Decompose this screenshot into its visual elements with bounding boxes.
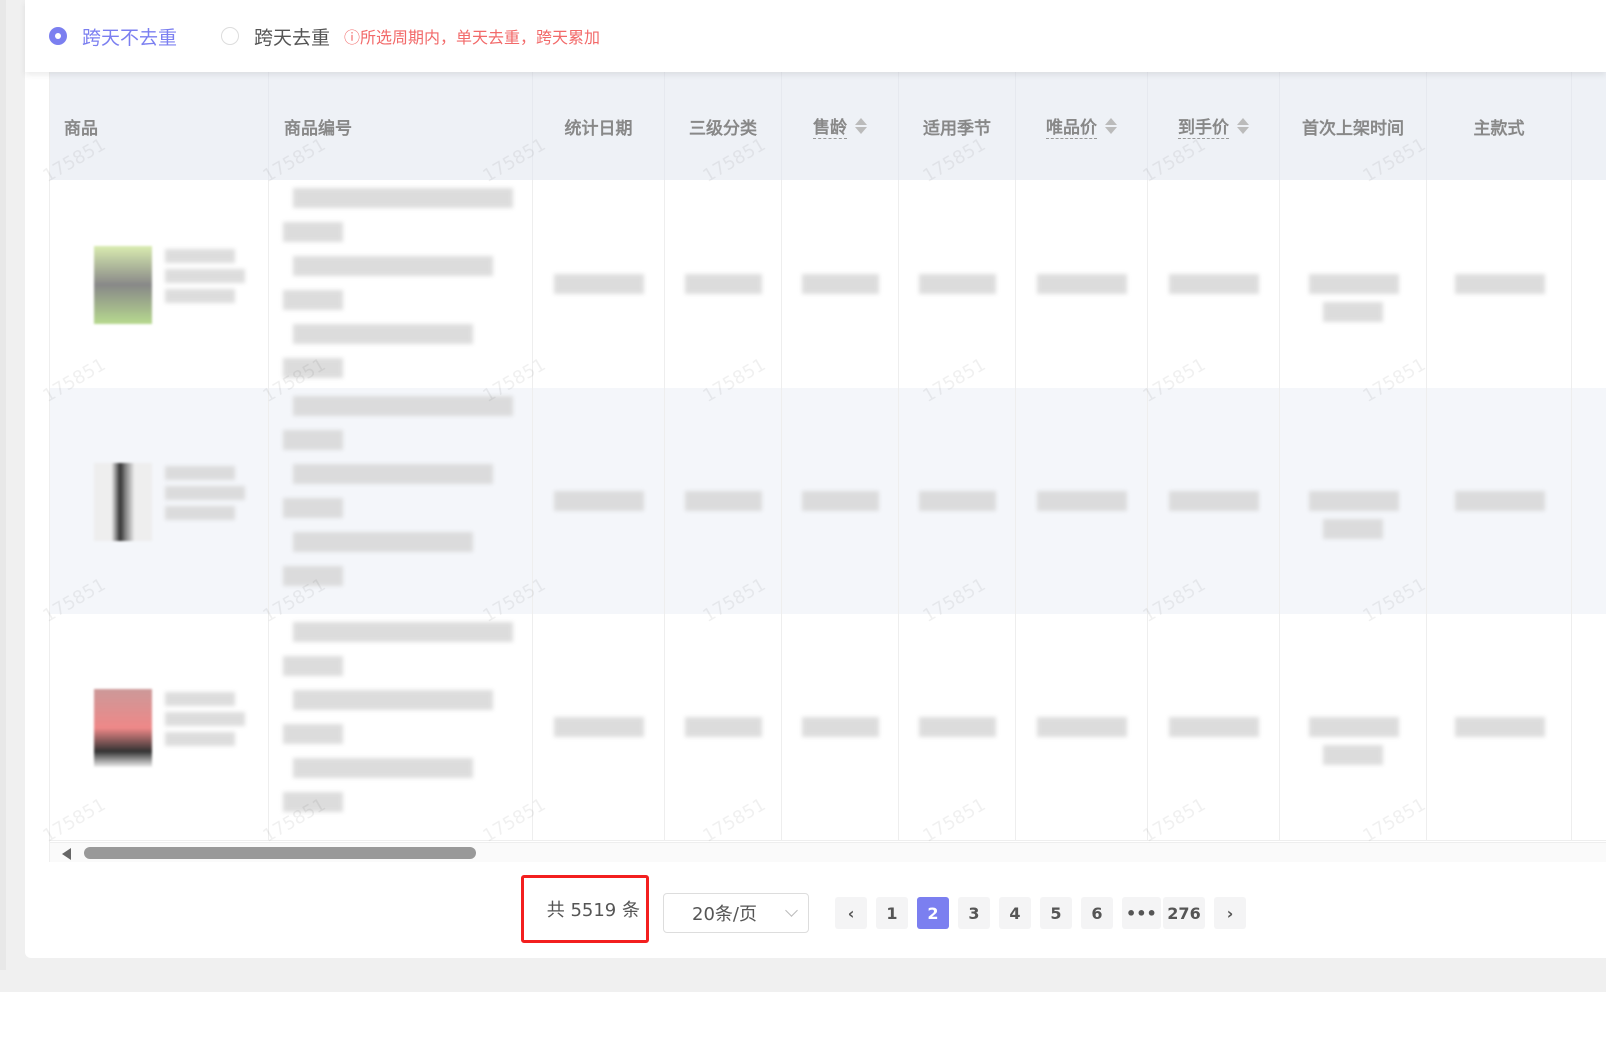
table-cell bbox=[1427, 614, 1572, 840]
table-row[interactable] bbox=[50, 180, 1606, 389]
footer-strip bbox=[0, 992, 1606, 1051]
table-cell bbox=[1148, 614, 1280, 840]
page-1[interactable]: 1 bbox=[876, 897, 908, 929]
pagination: 共 5519 条 20条/页 ‹ 1 2 3 4 5 6 ••• 276 › bbox=[0, 875, 1606, 945]
table-cell bbox=[782, 614, 899, 840]
page-ellipsis[interactable]: ••• bbox=[1122, 897, 1161, 929]
radio-checked-icon bbox=[49, 27, 67, 45]
sort-icon bbox=[1237, 118, 1249, 134]
col-stat-date: 统计日期 bbox=[533, 72, 665, 180]
chevron-down-icon bbox=[785, 904, 798, 917]
next-page-button[interactable]: › bbox=[1214, 897, 1246, 929]
col-main-style: 主款式 bbox=[1427, 72, 1572, 180]
table-cell bbox=[1280, 180, 1427, 388]
total-count: 共 5519 条 bbox=[521, 875, 649, 943]
radio-dedup[interactable]: 跨天去重 bbox=[221, 23, 330, 50]
table-cell bbox=[533, 388, 665, 614]
col-final-price[interactable]: 到手价 bbox=[1148, 72, 1280, 180]
table-cell bbox=[782, 388, 899, 614]
table-cell bbox=[1148, 180, 1280, 388]
table-cell bbox=[1016, 388, 1148, 614]
table-cell bbox=[665, 180, 782, 388]
table-cell bbox=[899, 614, 1016, 840]
col-vip-price[interactable]: 唯品价 bbox=[1016, 72, 1148, 180]
radio-label: 跨天不去重 bbox=[82, 26, 178, 49]
page-6[interactable]: 6 bbox=[1081, 897, 1113, 929]
product-table: 商品 商品编号 统计日期 三级分类 售龄 适用季节 唯品价 到手价 首次上架时间… bbox=[49, 72, 1606, 862]
radio-label: 跨天去重 bbox=[254, 26, 331, 49]
table-cell bbox=[1427, 180, 1572, 388]
side-panel-edge bbox=[0, 0, 6, 970]
table-cell bbox=[1427, 388, 1572, 614]
col-product-code: 商品编号 bbox=[269, 72, 533, 180]
scrollbar-thumb[interactable] bbox=[84, 847, 476, 859]
table-cell bbox=[1148, 388, 1280, 614]
col-product: 商品 bbox=[50, 72, 269, 180]
page-4[interactable]: 4 bbox=[999, 897, 1031, 929]
product-thumbnail bbox=[94, 689, 152, 767]
radio-unchecked-icon bbox=[221, 27, 240, 45]
table-cell bbox=[269, 388, 533, 614]
prev-page-button[interactable]: ‹ bbox=[835, 897, 867, 929]
table-cell bbox=[1280, 388, 1427, 614]
col-category: 三级分类 bbox=[665, 72, 782, 180]
table-cell bbox=[50, 614, 269, 840]
table-row[interactable] bbox=[50, 388, 1606, 615]
page-276[interactable]: 276 bbox=[1163, 897, 1205, 929]
table-cell bbox=[1280, 614, 1427, 840]
page-2[interactable]: 2 bbox=[917, 897, 949, 929]
col-sale-age[interactable]: 售龄 bbox=[782, 72, 899, 180]
table-cell bbox=[782, 180, 899, 388]
sort-icon bbox=[1105, 118, 1117, 134]
sort-icon bbox=[855, 118, 867, 134]
product-thumbnail bbox=[94, 246, 152, 324]
col-first-listed: 首次上架时间 bbox=[1280, 72, 1427, 180]
table-header: 商品 商品编号 统计日期 三级分类 售龄 适用季节 唯品价 到手价 首次上架时间… bbox=[50, 72, 1606, 180]
table-cell bbox=[269, 614, 533, 840]
scroll-left-icon[interactable] bbox=[62, 848, 71, 860]
table-cell bbox=[1016, 614, 1148, 840]
table-cell bbox=[269, 180, 533, 388]
dedup-hint: ⓘ所选周期内，单天去重，跨天累加 bbox=[344, 28, 601, 47]
table-cell bbox=[533, 180, 665, 388]
table-cell bbox=[1016, 180, 1148, 388]
table-cell bbox=[665, 388, 782, 614]
dedup-filter-bar: 跨天不去重 跨天去重 ⓘ所选周期内，单天去重，跨天累加 bbox=[25, 0, 1606, 72]
table-cell bbox=[533, 614, 665, 840]
col-season: 适用季节 bbox=[899, 72, 1016, 180]
horizontal-scrollbar[interactable] bbox=[50, 842, 1606, 862]
page-3[interactable]: 3 bbox=[958, 897, 990, 929]
table-cell bbox=[50, 388, 269, 614]
page-size-select[interactable]: 20条/页 bbox=[663, 893, 809, 933]
radio-no-dedup[interactable]: 跨天不去重 bbox=[49, 23, 177, 50]
table-row[interactable] bbox=[50, 614, 1606, 841]
table-cell bbox=[50, 180, 269, 388]
table-cell bbox=[899, 180, 1016, 388]
product-thumbnail bbox=[94, 463, 152, 541]
page-5[interactable]: 5 bbox=[1040, 897, 1072, 929]
table-cell bbox=[665, 614, 782, 840]
table-cell bbox=[899, 388, 1016, 614]
